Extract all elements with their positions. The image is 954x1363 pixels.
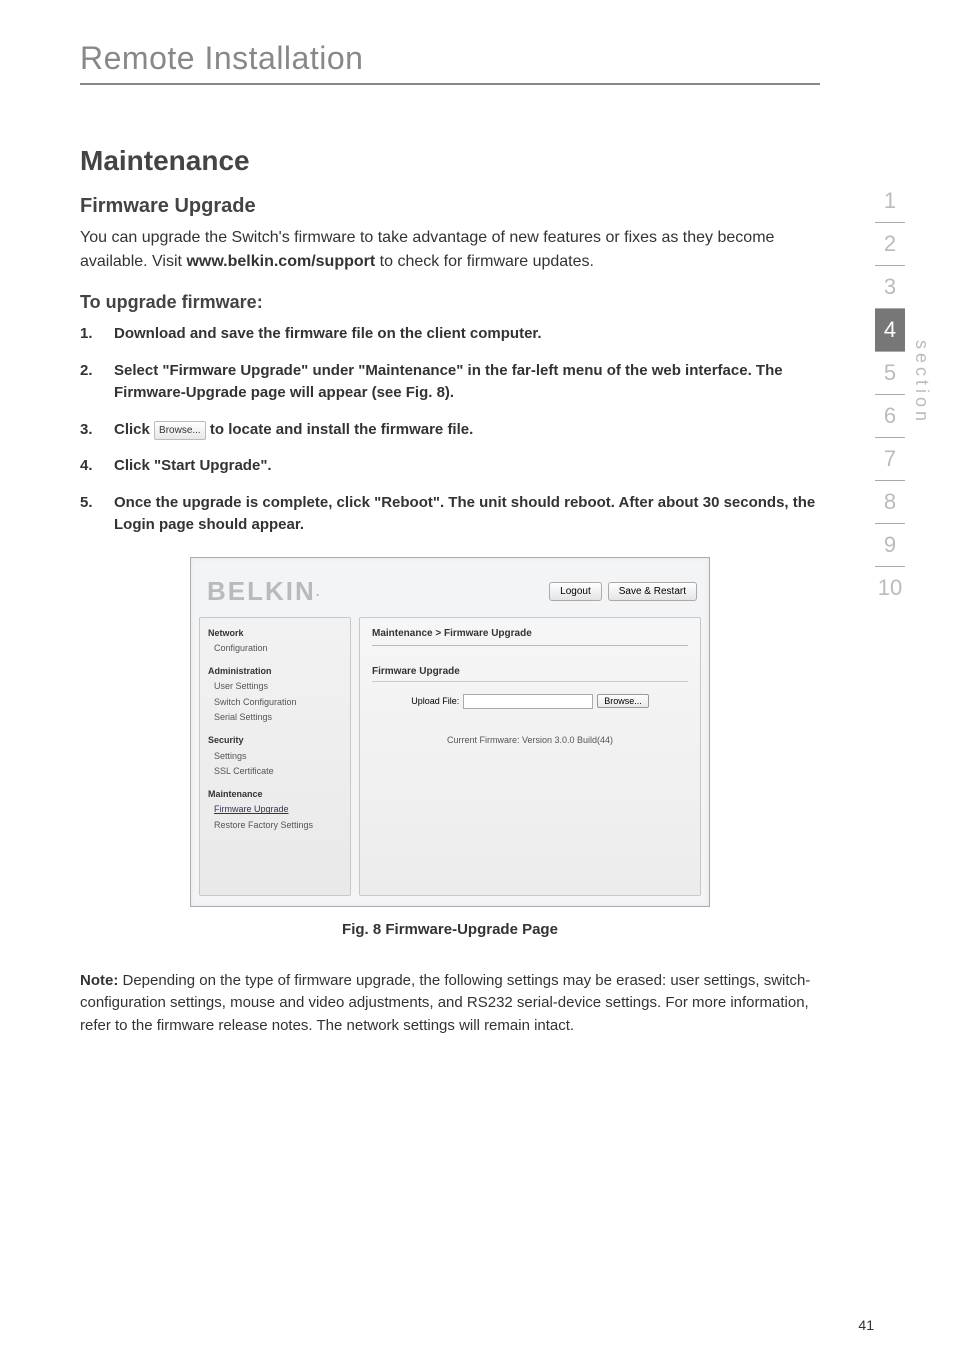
section-ladder: section 1 2 3 4 5 6 7 8 9 10 [876,180,932,609]
step-2: Select "Firmware Upgrade" under "Mainten… [80,360,820,405]
step-4: Click "Start Upgrade". [80,455,820,478]
page-number: 41 [858,1317,874,1333]
breadcrumb: Maintenance > Firmware Upgrade [372,628,688,646]
heading-to-upgrade: To upgrade firmware: [80,292,820,313]
section-num-6[interactable]: 6 [875,395,905,438]
step-3b: to locate and install the firmware file. [206,421,474,438]
sidebar-item-ssl-certificate[interactable]: SSL Certificate [208,764,342,779]
section-num-7[interactable]: 7 [875,438,905,481]
brand-logo: BELKIN. [207,576,322,607]
sidebar-item-switch-configuration[interactable]: Switch Configuration [208,695,342,710]
sidebar-group-network: Network [208,626,342,641]
step-3: Click Browse... to locate and install th… [80,419,820,442]
intro-text-2: to check for firmware updates. [375,253,594,270]
section-num-5[interactable]: 5 [875,352,905,395]
step-1: Download and save the firmware file on t… [80,323,820,346]
step-3a: Click [114,421,154,438]
note-paragraph: Note: Depending on the type of firmware … [80,970,820,1038]
upload-label: Upload File: [411,696,459,706]
step-5: Once the upgrade is complete, click "Reb… [80,492,820,537]
sidebar-item-serial-settings[interactable]: Serial Settings [208,710,342,725]
main-panel: Maintenance > Firmware Upgrade Firmware … [359,617,701,896]
sidebar: Network Configuration Administration Use… [199,617,351,896]
section-label: section [911,340,932,425]
sidebar-group-maintenance: Maintenance [208,787,342,802]
logout-button[interactable]: Logout [549,582,602,601]
note-text: Depending on the type of firmware upgrad… [80,972,810,1034]
section-num-10[interactable]: 10 [875,567,905,609]
browse-button-inline: Browse... [154,421,206,440]
current-firmware-text: Current Firmware: Version 3.0.0 Build(44… [372,735,688,745]
sidebar-item-security-settings[interactable]: Settings [208,749,342,764]
sidebar-item-user-settings[interactable]: User Settings [208,679,342,694]
heading-firmware-upgrade: Firmware Upgrade [80,195,820,218]
section-num-9[interactable]: 9 [875,524,905,567]
section-num-2[interactable]: 2 [875,223,905,266]
support-link[interactable]: www.belkin.com/support [186,253,375,270]
upload-file-input[interactable] [463,694,593,709]
sidebar-group-security: Security [208,733,342,748]
screenshot-figure: BELKIN. Logout Save & Restart Network Co… [190,557,710,907]
section-num-8[interactable]: 8 [875,481,905,524]
sidebar-item-configuration[interactable]: Configuration [208,641,342,656]
browse-button[interactable]: Browse... [597,694,649,708]
sidebar-group-administration: Administration [208,664,342,679]
sidebar-item-firmware-upgrade[interactable]: Firmware Upgrade [208,802,342,817]
sidebar-item-restore-factory[interactable]: Restore Factory Settings [208,818,342,833]
steps-list: Download and save the firmware file on t… [80,323,820,537]
section-num-1[interactable]: 1 [875,180,905,223]
heading-maintenance: Maintenance [80,145,820,177]
intro-paragraph: You can upgrade the Switch's firmware to… [80,226,820,274]
figure-caption: Fig. 8 Firmware-Upgrade Page [80,921,820,938]
section-num-3[interactable]: 3 [875,266,905,309]
chapter-title: Remote Installation [80,40,820,85]
section-num-4[interactable]: 4 [875,309,905,352]
save-restart-button[interactable]: Save & Restart [608,582,697,601]
panel-title: Firmware Upgrade [372,666,688,682]
note-label: Note: [80,972,118,989]
